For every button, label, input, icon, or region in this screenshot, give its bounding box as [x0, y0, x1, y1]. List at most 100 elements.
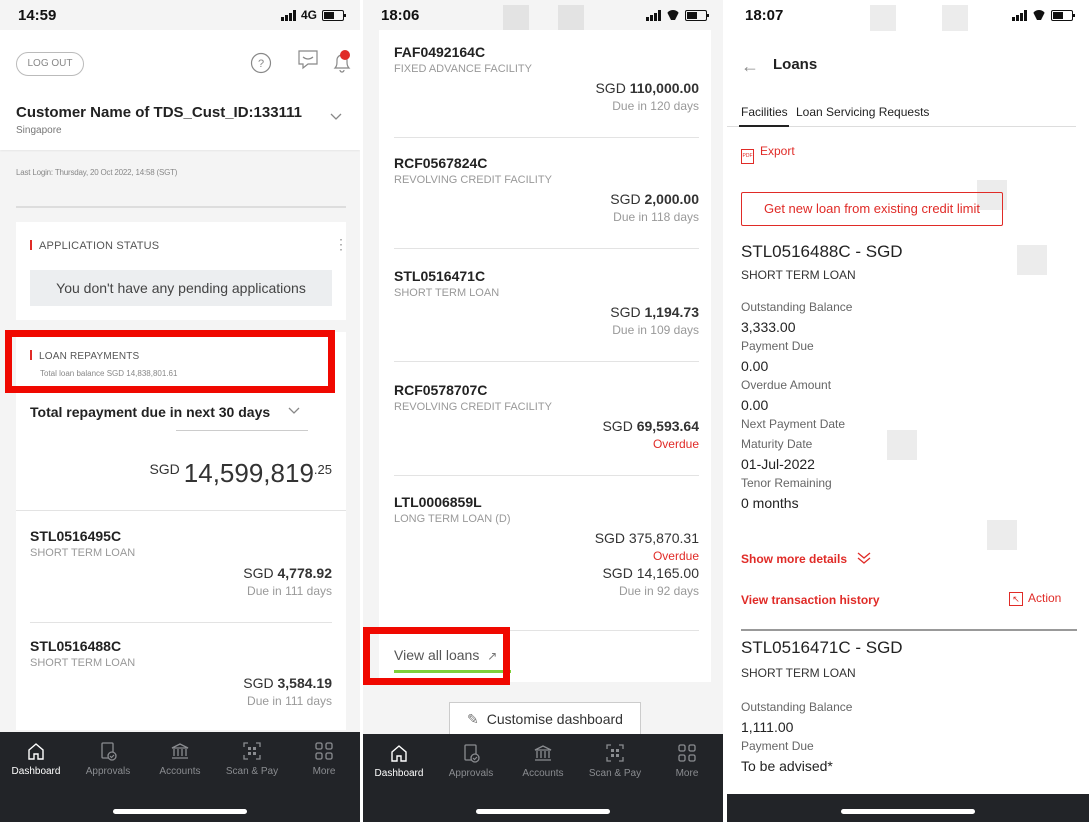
loan-type: REVOLVING CREDIT FACILITY: [394, 401, 552, 413]
loan-code: FAF0492164C: [394, 44, 486, 60]
bottom-nav: Dashboard Approvals Accounts Scan & Pay …: [0, 732, 360, 822]
status-bar: 14:59 4G: [0, 0, 360, 30]
loan-currency: SGD: [602, 418, 633, 434]
customer-name[interactable]: Customer Name of TDS_Cust_ID:133111: [16, 104, 302, 121]
loan-type: SHORT TERM LOAN: [30, 547, 136, 559]
loan-fields: Outstanding Balance 3,333.00 Payment Due…: [741, 300, 1071, 511]
maturity-label: Maturity Date: [741, 437, 813, 451]
outstanding-value: 3,333.00: [741, 319, 796, 335]
tab-loan-servicing-requests[interactable]: Loan Servicing Requests: [796, 105, 929, 119]
logout-button[interactable]: LOG OUT: [16, 52, 84, 76]
list-item[interactable]: STL0516488C SHORT TERM LOAN SGD 3,584.19…: [30, 638, 332, 708]
loan-code: STL0516471C: [394, 268, 486, 284]
wifi-icon: [666, 10, 680, 20]
status-bar: 18:06: [363, 0, 723, 30]
profile-header: LOG OUT ? Customer Name of TDS_Cust_ID:1…: [0, 30, 360, 150]
action-cursor-icon: ↖: [1009, 592, 1023, 606]
approvals-icon: [464, 744, 480, 763]
chevron-down-icon[interactable]: [330, 108, 342, 126]
repayment-period-dropdown[interactable]: Total repayment due in next 30 days: [30, 404, 310, 420]
message-icon[interactable]: [296, 48, 320, 77]
list-item[interactable]: RCF0578707C REVOLVING CREDIT FACILITY SG…: [394, 382, 699, 451]
bank-icon: [534, 745, 552, 761]
signal-icon: [1012, 9, 1027, 21]
nav-dashboard[interactable]: Dashboard: [367, 742, 431, 779]
nav-label: Scan & Pay: [225, 766, 279, 777]
list-item[interactable]: STL0516471C SHORT TERM LOAN SGD 1,194.73…: [394, 268, 699, 337]
nav-more[interactable]: More: [655, 742, 719, 779]
total-repayment-amount: SGD 14,599,819.25: [149, 458, 332, 489]
nav-more[interactable]: More: [292, 740, 356, 777]
loan-amount-value: 69,593.64: [636, 418, 699, 434]
help-icon[interactable]: ?: [250, 52, 272, 79]
overdue-value: 0.00: [741, 397, 769, 413]
loan-due: Due in 92 days: [618, 584, 699, 598]
maturity-value: 01-Jul-2022: [741, 456, 815, 472]
loan-type: LONG TERM LOAN (D): [394, 513, 511, 525]
nav-scan-pay[interactable]: Scan & Pay: [583, 742, 647, 779]
divider: [394, 475, 699, 476]
nav-approvals[interactable]: Approvals: [439, 742, 503, 779]
payment-due-value: 0.00: [741, 358, 769, 374]
home-indicator: [113, 809, 247, 814]
dropdown-underline: [176, 430, 308, 431]
loans-screen: 18:07 ← Loans Facilities Loan Servicing …: [727, 0, 1089, 822]
show-more-details-link[interactable]: Show more details: [741, 552, 872, 566]
loan-type: SHORT TERM LOAN: [741, 666, 856, 680]
nav-label: Dashboard: [11, 766, 61, 777]
nav-label: More: [312, 766, 336, 777]
list-item[interactable]: FAF0492164C FIXED ADVANCE FACILITY SGD 1…: [394, 44, 699, 113]
grid-icon: [678, 744, 696, 762]
view-transaction-history-link[interactable]: View transaction history: [741, 593, 880, 607]
nav-approvals[interactable]: Approvals: [76, 740, 140, 777]
overdue-label: Overdue Amount: [741, 378, 832, 392]
home-indicator: [841, 809, 975, 814]
nav-dashboard[interactable]: Dashboard: [4, 740, 68, 777]
loan-type: REVOLVING CREDIT FACILITY: [394, 174, 552, 186]
loan-due: Due in 118 days: [613, 210, 699, 224]
signal-icon: [646, 9, 661, 21]
divider: [394, 361, 699, 362]
loan-currency: SGD: [243, 565, 274, 581]
loan-amount-value: 110,000.00: [629, 80, 699, 96]
list-item[interactable]: RCF0567824C REVOLVING CREDIT FACILITY SG…: [394, 155, 699, 224]
next-payment-label: Next Payment Date: [741, 417, 846, 431]
loan-amount: SGD 3,584.19: [30, 675, 332, 691]
nav-label: Accounts: [159, 766, 201, 777]
nav-label: Approvals: [85, 766, 131, 777]
action-button[interactable]: ↖ Action: [1009, 591, 1061, 606]
screenshot-collage: 14:59 4G LOG OUT ? Customer Name of TDS_…: [0, 0, 1089, 822]
back-arrow-icon[interactable]: ←: [741, 56, 759, 77]
active-tab-indicator: [739, 125, 789, 127]
battery-icon: [1051, 9, 1075, 21]
list-item[interactable]: STL0516495C SHORT TERM LOAN SGD 4,778.92…: [30, 528, 332, 598]
loan-amount-value: 14,165.00: [636, 565, 699, 581]
more-options-icon[interactable]: ⋮: [334, 237, 348, 251]
home-icon: [28, 743, 44, 760]
loan-amount-value: 3,584.19: [277, 675, 333, 691]
application-status-title: APPLICATION STATUS: [30, 240, 159, 252]
nav-scan-pay[interactable]: Scan & Pay: [220, 740, 284, 777]
wifi-icon: [1032, 10, 1046, 20]
list-item[interactable]: LTL0006859L LONG TERM LOAN (D) SGD 375,8…: [394, 494, 699, 598]
divider: [394, 248, 699, 249]
tab-facilities[interactable]: Facilities: [741, 105, 788, 119]
loan-due: Due in 111 days: [247, 584, 332, 598]
divider: [394, 137, 699, 138]
customise-dashboard-button[interactable]: ✎ Customise dashboard: [449, 702, 641, 736]
nav-accounts[interactable]: Accounts: [148, 740, 212, 777]
highlight-box: [5, 330, 335, 393]
loan-amount-value: 1,194.73: [644, 304, 700, 320]
get-new-loan-button[interactable]: Get new loan from existing credit limit: [741, 192, 1003, 226]
export-button[interactable]: PDF Export: [741, 144, 795, 164]
loan-currency: SGD: [243, 675, 274, 691]
loan-code: RCF0578707C: [394, 382, 488, 398]
loan-currency: SGD: [610, 191, 641, 207]
nav-accounts[interactable]: Accounts: [511, 742, 575, 779]
home-indicator: [476, 809, 610, 814]
dashboard-loans-screen: 18:06 FAF0492164C FIXED ADVANCE FACILITY…: [363, 0, 723, 822]
loan-amount: SGD 110,000.00: [394, 80, 699, 96]
outstanding-value: 1,111.00: [741, 719, 794, 735]
notification-bell-icon[interactable]: [328, 48, 356, 81]
battery-icon: [685, 9, 709, 21]
